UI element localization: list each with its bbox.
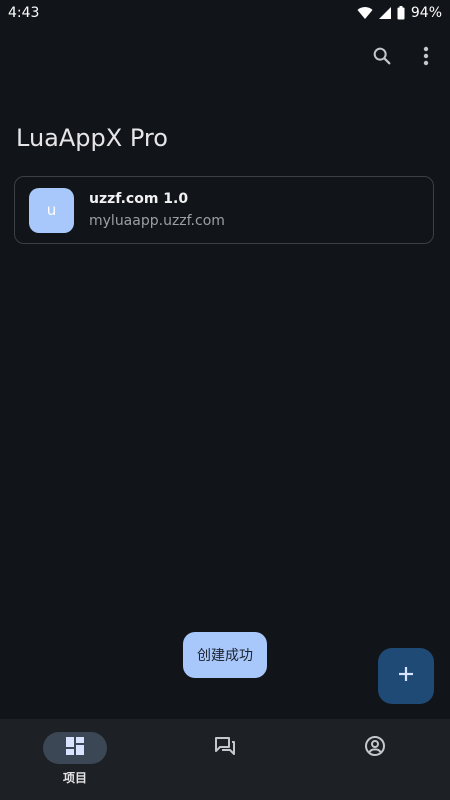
bottom-nav: 项目	[0, 719, 450, 800]
add-icon	[397, 665, 415, 687]
account-circle-icon	[364, 735, 386, 761]
more-vert-icon[interactable]	[412, 42, 440, 70]
nav-pill-discussions[interactable]	[193, 732, 257, 764]
nav-item-account[interactable]	[300, 719, 450, 800]
wifi-icon	[357, 6, 373, 20]
page-title: LuaAppX Pro	[16, 124, 168, 152]
search-icon[interactable]	[368, 42, 396, 70]
nav-pill-projects[interactable]	[43, 732, 107, 764]
toolbar-actions	[368, 42, 440, 70]
nav-label-projects: 项目	[62, 771, 87, 785]
project-card[interactable]: u uzzf.com 1.0 myluaapp.uzzf.com	[14, 176, 434, 244]
battery-percent: 94%	[410, 5, 442, 21]
status-bar: 4:43 94%	[0, 0, 450, 26]
toast-message: 创建成功	[183, 632, 267, 678]
dashboard-icon	[65, 736, 85, 760]
project-text: uzzf.com 1.0 myluaapp.uzzf.com	[89, 191, 225, 229]
project-avatar: u	[29, 187, 74, 233]
project-url: myluaapp.uzzf.com	[89, 213, 225, 229]
add-project-button[interactable]	[378, 648, 434, 704]
status-time: 4:43	[8, 5, 40, 21]
status-icons: 94%	[357, 5, 442, 21]
nav-item-projects[interactable]: 项目	[0, 719, 150, 800]
signal-icon	[378, 7, 391, 19]
nav-pill-account[interactable]	[343, 732, 407, 764]
battery-icon	[397, 6, 405, 20]
forum-icon	[214, 736, 236, 760]
nav-item-discussions[interactable]	[150, 719, 300, 800]
project-name: uzzf.com 1.0	[89, 191, 189, 207]
